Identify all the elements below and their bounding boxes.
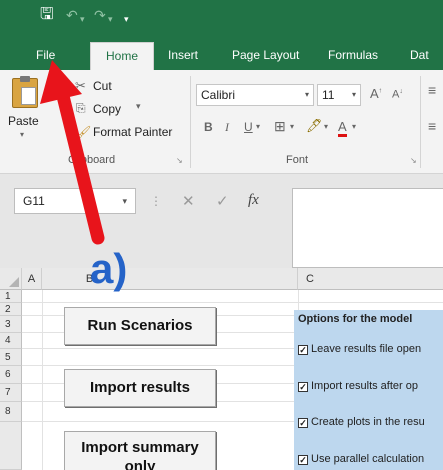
red-arrow-head	[40, 60, 82, 104]
red-arrow-shaft	[55, 85, 105, 245]
red-arrow-icon	[40, 60, 105, 245]
